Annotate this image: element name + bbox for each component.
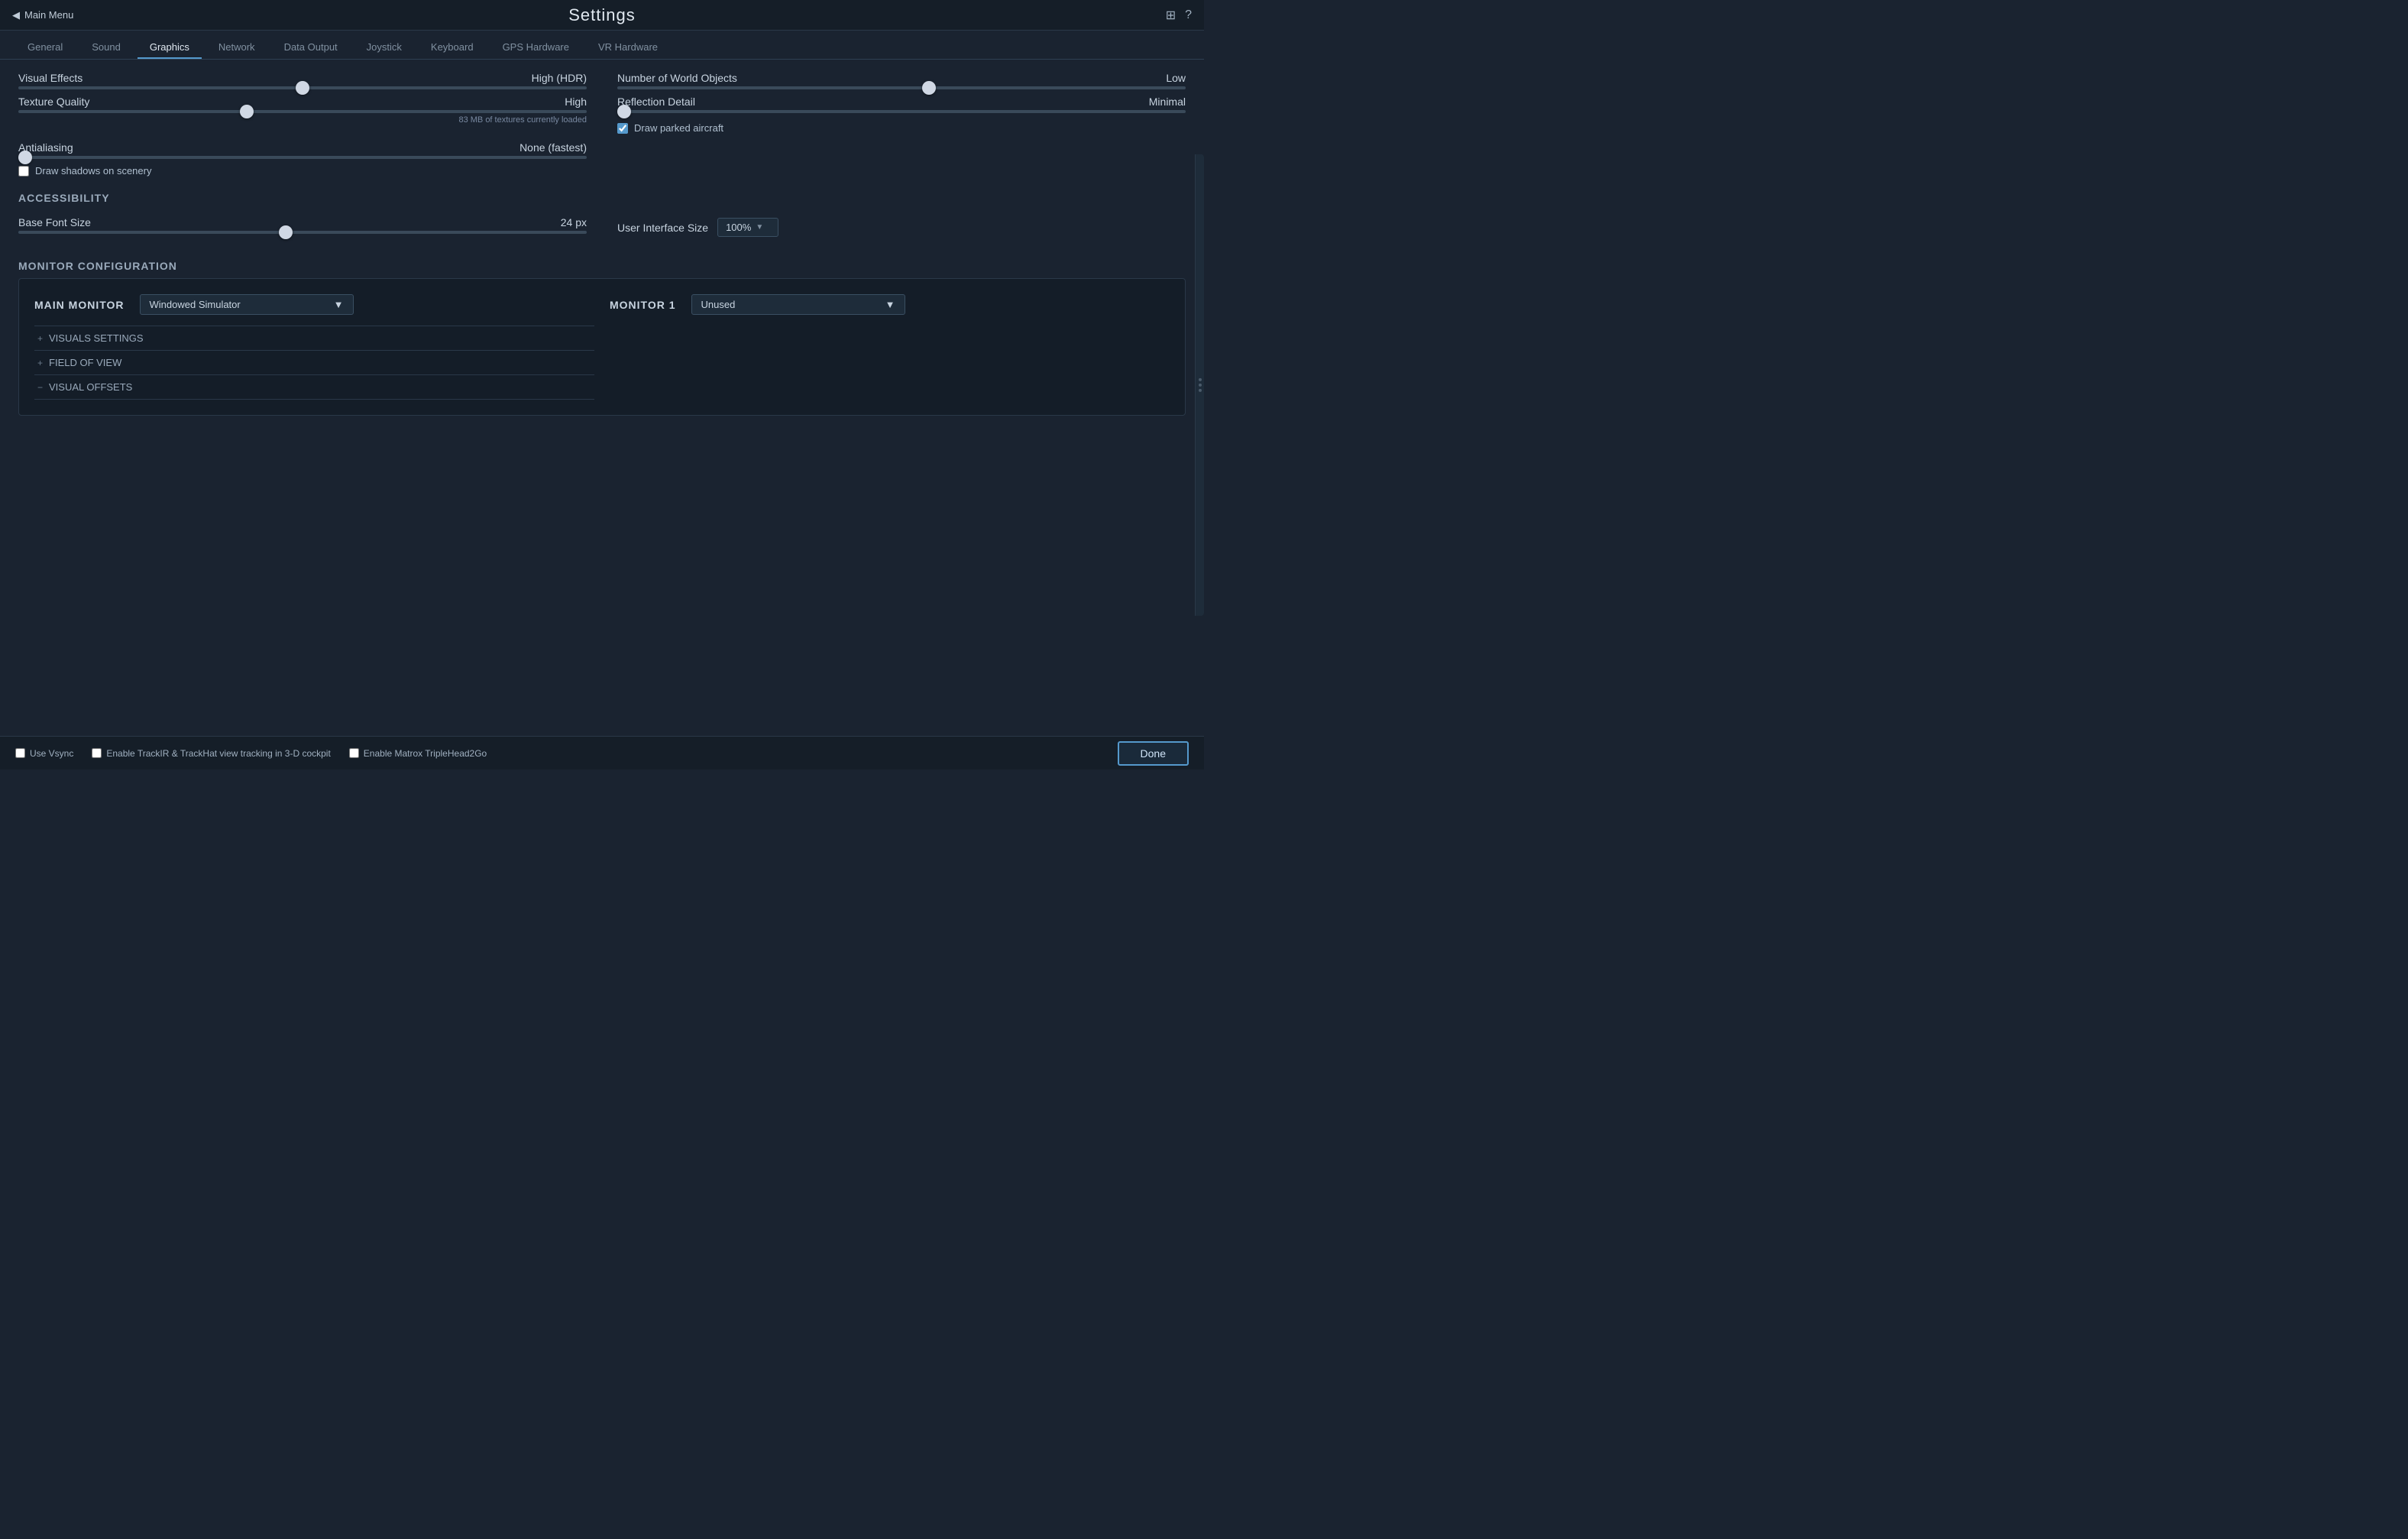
chevron-down-icon-main: ▼ <box>334 299 344 310</box>
tab-vr-hardware[interactable]: VR Hardware <box>586 37 670 59</box>
plus-icon-fov: + <box>37 358 43 368</box>
draw-parked-checkbox[interactable] <box>617 123 628 134</box>
reflection-detail-group: Reflection Detail Minimal <box>617 96 1186 113</box>
base-font-size-slider[interactable] <box>18 231 587 234</box>
back-label: Main Menu <box>24 9 73 21</box>
list-item-fov[interactable]: + FIELD OF VIEW <box>34 351 594 375</box>
ui-size-row: User Interface Size 100% ▼ <box>617 218 1186 237</box>
draw-shadows-label: Draw shadows on scenery <box>35 165 151 177</box>
tab-general[interactable]: General <box>15 37 75 59</box>
texture-sub-text: 83 MB of textures currently loaded <box>18 115 587 125</box>
col-right: Number of World Objects Low Reflection D… <box>617 72 1186 134</box>
row-antialiasing: Antialiasing None (fastest) Draw shadows… <box>18 141 1186 177</box>
page-title: Settings <box>568 5 636 25</box>
main-monitor-header: MAIN MONITOR Windowed Simulator ▼ <box>34 294 594 315</box>
matrox-checkbox[interactable] <box>349 748 359 758</box>
monitor1-title: MONITOR 1 <box>610 299 676 311</box>
texture-quality-group: Texture Quality High 83 MB of textures c… <box>18 96 587 125</box>
ui-size-label: User Interface Size <box>617 222 708 234</box>
antialiasing-col: Antialiasing None (fastest) Draw shadows… <box>18 141 587 177</box>
col-left: Visual Effects High (HDR) Texture Qualit… <box>18 72 587 134</box>
chevron-left-icon: ◀ <box>12 9 20 21</box>
matrox-row: Enable Matrox TripleHead2Go <box>349 748 487 759</box>
sliders-icon[interactable]: ⊞ <box>1166 8 1176 23</box>
main-monitor-col: MAIN MONITOR Windowed Simulator ▼ + VISU… <box>34 294 594 400</box>
list-item-visuals[interactable]: + VISUALS SETTINGS <box>34 326 594 351</box>
back-button[interactable]: ◀ Main Menu <box>12 9 73 21</box>
tabs-bar: General Sound Graphics Network Data Outp… <box>0 31 1204 60</box>
monitor-box: MAIN MONITOR Windowed Simulator ▼ + VISU… <box>18 278 1186 416</box>
tab-network[interactable]: Network <box>206 37 267 59</box>
done-button[interactable]: Done <box>1118 741 1189 766</box>
tab-joystick[interactable]: Joystick <box>354 37 414 59</box>
plus-icon-visuals: + <box>37 333 43 344</box>
main-monitor-dropdown-value: Windowed Simulator <box>150 299 328 310</box>
reflection-detail-slider[interactable] <box>617 110 1186 113</box>
list-item-offsets-label: VISUAL OFFSETS <box>49 381 132 393</box>
draw-shadows-checkbox[interactable] <box>18 166 29 177</box>
antialiasing-slider[interactable] <box>18 156 587 159</box>
edge-dot-2 <box>1199 384 1202 387</box>
tab-keyboard[interactable]: Keyboard <box>419 37 486 59</box>
vsync-row: Use Vsync <box>15 748 73 759</box>
monitor-row: MAIN MONITOR Windowed Simulator ▼ + VISU… <box>34 294 1170 400</box>
bottom-bar: Use Vsync Enable TrackIR & TrackHat view… <box>0 736 1204 770</box>
trackir-checkbox[interactable] <box>92 748 102 758</box>
top-bar: ◀ Main Menu Settings ⊞ ? <box>0 0 1204 31</box>
tab-sound[interactable]: Sound <box>79 37 133 59</box>
tab-data-output[interactable]: Data Output <box>272 37 350 59</box>
list-item-visuals-label: VISUALS SETTINGS <box>49 332 144 344</box>
top-icons: ⊞ ? <box>1166 8 1192 23</box>
row-accessibility: Base Font Size 24 px User Interface Size… <box>18 216 1186 237</box>
monitor-section: MONITOR CONFIGURATION MAIN MONITOR Windo… <box>18 252 1186 416</box>
minus-icon-offsets: − <box>37 382 43 393</box>
base-font-size-group: Base Font Size 24 px <box>18 216 587 234</box>
draw-shadows-row: Draw shadows on scenery <box>18 165 587 177</box>
texture-quality-slider[interactable] <box>18 110 587 113</box>
ui-size-col: User Interface Size 100% ▼ <box>617 216 1186 237</box>
list-item-fov-label: FIELD OF VIEW <box>49 357 121 368</box>
trackir-row: Enable TrackIR & TrackHat view tracking … <box>92 748 330 759</box>
chevron-down-icon-mon1: ▼ <box>885 299 895 310</box>
matrox-label: Enable Matrox TripleHead2Go <box>364 748 487 759</box>
right-edge-indicator <box>1195 154 1204 615</box>
monitor1-col: MONITOR 1 Unused ▼ <box>610 294 1170 326</box>
antialiasing-group: Antialiasing None (fastest) <box>18 141 587 159</box>
monitor-config-title: MONITOR CONFIGURATION <box>18 260 1186 272</box>
monitor1-header: MONITOR 1 Unused ▼ <box>610 294 1170 315</box>
main-monitor-title: MAIN MONITOR <box>34 299 125 311</box>
main-monitor-dropdown[interactable]: Windowed Simulator ▼ <box>140 294 354 315</box>
monitor1-dropdown[interactable]: Unused ▼ <box>691 294 905 315</box>
accessibility-title: ACCESSIBILITY <box>18 192 1186 204</box>
draw-parked-row: Draw parked aircraft <box>617 122 1186 134</box>
vsync-checkbox[interactable] <box>15 748 25 758</box>
right-empty-col <box>617 141 1186 177</box>
draw-parked-label: Draw parked aircraft <box>634 122 723 134</box>
edge-dot-1 <box>1199 378 1202 381</box>
vsync-label: Use Vsync <box>30 748 73 759</box>
main-content: Visual Effects High (HDR) Texture Qualit… <box>0 60 1204 736</box>
question-icon[interactable]: ? <box>1185 8 1192 22</box>
monitor1-dropdown-value: Unused <box>701 299 879 310</box>
chevron-down-icon: ▼ <box>756 223 763 232</box>
ui-size-value: 100% <box>726 222 751 233</box>
row-visual-world: Visual Effects High (HDR) Texture Qualit… <box>18 72 1186 134</box>
tab-gps-hardware[interactable]: GPS Hardware <box>490 37 581 59</box>
visual-effects-slider[interactable] <box>18 86 587 89</box>
trackir-label: Enable TrackIR & TrackHat view tracking … <box>106 748 330 759</box>
edge-dot-3 <box>1199 389 1202 392</box>
visual-effects-group: Visual Effects High (HDR) <box>18 72 587 89</box>
world-objects-slider[interactable] <box>617 86 1186 89</box>
monitor-list: + VISUALS SETTINGS + FIELD OF VIEW − VIS… <box>34 326 594 400</box>
list-item-offsets[interactable]: − VISUAL OFFSETS <box>34 375 594 400</box>
world-objects-group: Number of World Objects Low <box>617 72 1186 89</box>
font-size-col: Base Font Size 24 px <box>18 216 587 237</box>
tab-graphics[interactable]: Graphics <box>138 37 202 59</box>
ui-size-dropdown[interactable]: 100% ▼ <box>717 218 778 237</box>
